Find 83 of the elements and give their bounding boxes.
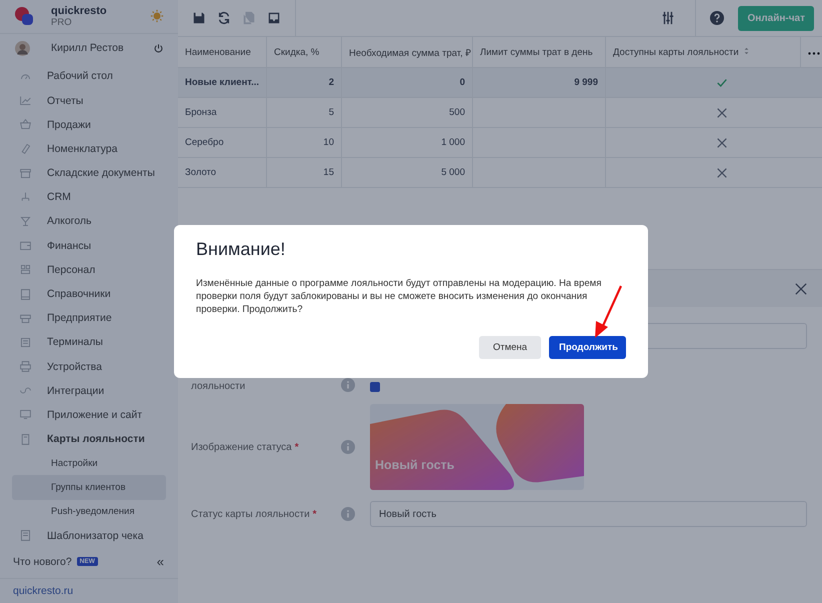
power-icon[interactable] xyxy=(153,42,164,54)
table-cell: 500 xyxy=(342,98,472,128)
sidebar-item[interactable]: Шаблонизатор чека xyxy=(0,524,178,548)
sidebar-item[interactable]: Алкоголь xyxy=(0,209,178,234)
text-field[interactable]: Новый гость xyxy=(370,501,807,527)
table-cell: Золото xyxy=(178,158,266,188)
user-name: Кирилл Рестов xyxy=(51,42,125,54)
menu-icon xyxy=(19,190,32,204)
menu-icon xyxy=(19,142,32,156)
table-cell: 1 000 xyxy=(342,128,472,158)
sidebar-item[interactable]: Финансы xyxy=(0,234,178,258)
column-header[interactable]: Скидка, % xyxy=(266,37,342,68)
table-cell: 15 xyxy=(266,158,342,188)
table-cell: 0 xyxy=(342,68,472,98)
table-cell: 2 xyxy=(266,68,342,98)
submenu-item[interactable]: Группы клиентов xyxy=(12,475,166,500)
table-cell: 5 000 xyxy=(342,158,472,188)
more-icon[interactable] xyxy=(808,52,820,54)
logo-icon xyxy=(14,6,34,26)
menu-icon xyxy=(19,360,32,374)
close-icon[interactable] xyxy=(795,282,807,294)
table-cell: 10 xyxy=(266,128,342,158)
checkbox[interactable] xyxy=(370,382,380,392)
menu-icon xyxy=(19,214,32,228)
sidebar-item[interactable]: Персонал xyxy=(0,258,178,282)
help-icon[interactable] xyxy=(710,11,724,25)
dialog-title: Внимание! xyxy=(196,239,286,260)
menu-icon xyxy=(19,288,32,301)
sidebar-item[interactable]: Отчеты xyxy=(0,88,178,113)
menu-icon xyxy=(19,263,32,276)
table-cell: Бронза xyxy=(178,98,266,128)
sidebar-item[interactable]: Предприятие xyxy=(0,306,178,330)
column-header[interactable]: Необходимая сумма трат, ₽ xyxy=(342,37,472,68)
dialog-message: Изменённые данные о программе лояльности будут отправлены на модерацию. На время проверки поля будут заблокированы и вы не сможете вносить изменения до окончания проверки. Продолжить? xyxy=(196,277,602,316)
column-header[interactable]: Доступны карты лояльности xyxy=(606,37,800,68)
menu-icon xyxy=(19,336,32,349)
field-label: Изображение статуса xyxy=(191,442,292,452)
menu-icon xyxy=(19,166,32,180)
menu-icon xyxy=(19,529,32,542)
menu-icon xyxy=(19,118,32,132)
required-mark: * xyxy=(294,442,299,452)
continue-button[interactable]: Продолжить xyxy=(549,336,626,359)
sidebar-item[interactable]: CRM xyxy=(0,185,178,210)
table-cell: Новые клиент... xyxy=(178,68,266,98)
whats-new-link[interactable]: Что нового? xyxy=(13,556,72,568)
brand-name: quickresto xyxy=(51,4,108,17)
cancel-button[interactable]: Отмена xyxy=(479,336,541,359)
sidebar-item[interactable]: Терминалы xyxy=(0,330,178,354)
submenu-item[interactable]: Настройки xyxy=(12,451,166,476)
site-link[interactable]: quickresto.ru xyxy=(13,585,74,597)
menu-icon xyxy=(19,432,32,446)
sidebar-item[interactable]: Рабочий стол xyxy=(0,64,178,88)
filter-settings-icon[interactable] xyxy=(661,11,676,25)
plan-label: PRO xyxy=(51,16,73,28)
menu-icon xyxy=(19,239,32,252)
menu-icon xyxy=(19,408,32,422)
table-cell: 9 999 xyxy=(472,68,606,98)
collapse-button[interactable]: « xyxy=(156,554,164,569)
required-mark: * xyxy=(312,508,317,520)
theme-toggle-icon[interactable] xyxy=(150,9,164,24)
card-caption: Новый гость xyxy=(375,458,454,472)
column-header[interactable]: Наименование xyxy=(178,37,266,68)
sort-icon[interactable] xyxy=(744,46,749,54)
sidebar-item[interactable]: Приложение и сайт xyxy=(0,402,178,428)
table-row[interactable]: Новые клиент... 2 0 9 999 xyxy=(178,68,822,98)
field-label: Статус карты лояльности xyxy=(191,508,310,520)
sidebar-item[interactable]: Складские документы xyxy=(0,161,178,186)
avatar-icon xyxy=(15,40,30,56)
sidebar-item[interactable]: Карты лояльности xyxy=(0,427,178,452)
menu-icon xyxy=(19,94,32,108)
field-label: лояльности xyxy=(191,381,246,392)
sidebar-item[interactable]: Интеграции xyxy=(0,378,178,403)
submenu-item[interactable]: Push-уведомления xyxy=(12,500,166,524)
table-row[interactable]: Бронза 5 500 xyxy=(178,98,822,128)
sidebar-item[interactable]: Справочники xyxy=(0,282,178,306)
table-row[interactable]: Золото 15 5 000 xyxy=(178,158,822,188)
table-cell: Серебро xyxy=(178,128,266,158)
table-row[interactable]: Серебро 10 1 000 xyxy=(178,128,822,158)
sidebar-item[interactable]: Номенклатура xyxy=(0,136,178,161)
sidebar-item[interactable]: Устройства xyxy=(0,354,178,379)
table-cell: 5 xyxy=(266,98,342,128)
sidebar-item[interactable]: Продажи xyxy=(0,112,178,137)
column-header[interactable]: Лимит суммы трат в день xyxy=(472,37,606,68)
